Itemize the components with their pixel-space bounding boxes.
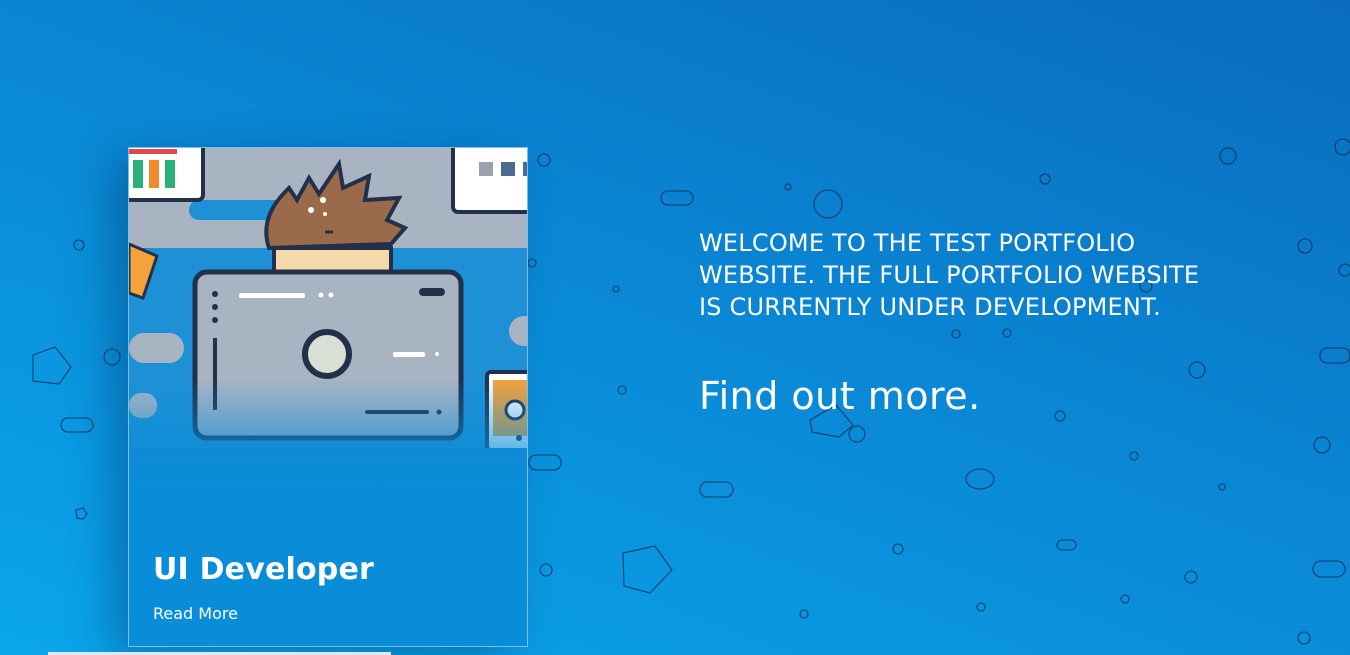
developer-illustration xyxy=(129,148,527,488)
developer-card[interactable]: UI Developer Read More xyxy=(128,147,528,647)
read-more-link[interactable]: Read More xyxy=(153,604,238,623)
card-title: UI Developer xyxy=(153,552,375,587)
welcome-message: Welcome to the test portfolio website. T… xyxy=(699,229,1200,321)
find-out-more-link[interactable]: Find out more. xyxy=(699,374,981,418)
